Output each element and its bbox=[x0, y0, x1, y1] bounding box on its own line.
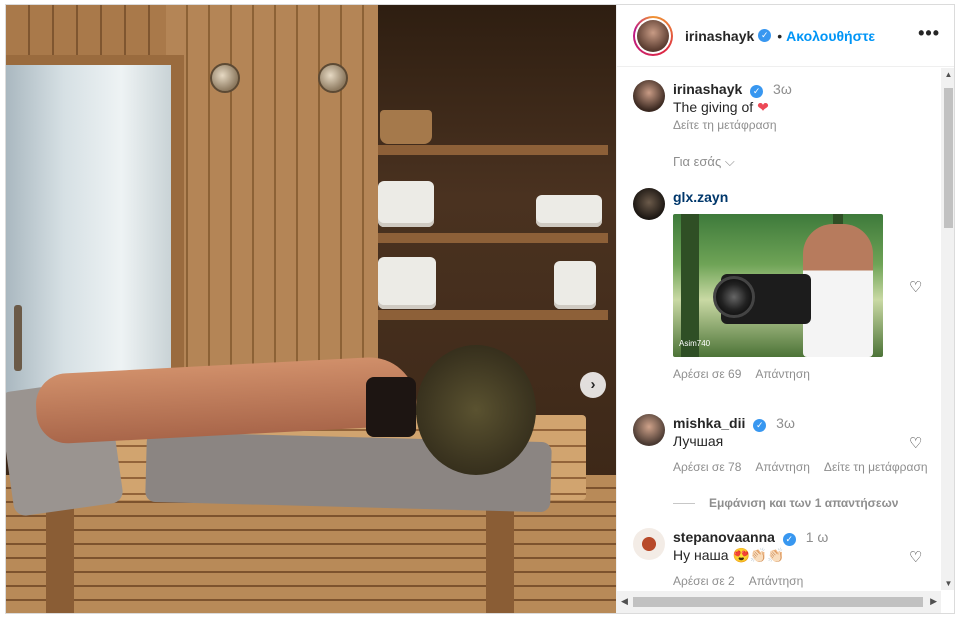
reply-button[interactable]: Απάντηση bbox=[749, 572, 804, 590]
post-header: irinashayk ✓ • Ακολουθήστε ••• bbox=[617, 5, 954, 67]
comment-time[interactable]: 3ω bbox=[776, 415, 795, 431]
caption-time[interactable]: 3ω bbox=[773, 81, 792, 97]
reply-button[interactable]: Απάντηση bbox=[755, 458, 810, 476]
story-ring[interactable] bbox=[633, 15, 673, 56]
comment-username[interactable]: mishka_dii bbox=[673, 415, 745, 431]
comment-text: Лучшая bbox=[673, 433, 724, 449]
vertical-scrollbar[interactable]: ▲ ▼ bbox=[941, 68, 954, 590]
vertical-scroll-thumb[interactable] bbox=[944, 88, 953, 228]
likes-count[interactable]: Αρέσει σε 78 bbox=[673, 458, 741, 476]
red-heart-icon: ❤ bbox=[757, 99, 769, 115]
see-translation-link[interactable]: Δείτε τη μετάφραση bbox=[824, 458, 928, 476]
comment-username[interactable]: stepanovaanna bbox=[673, 529, 775, 545]
see-translation-link[interactable]: Δείτε τη μετάφραση bbox=[673, 116, 933, 134]
horizontal-scrollbar[interactable]: ◀ ▶ bbox=[617, 591, 941, 613]
caption-username[interactable]: irinashayk bbox=[673, 81, 742, 97]
horizontal-scroll-thumb[interactable] bbox=[633, 597, 923, 607]
post-sidebar: irinashayk ✓ • Ακολουθήστε ••• irinashay… bbox=[616, 5, 954, 613]
comments-list: irinashayk ✓ 3ω The giving of ❤ Δείτε τη… bbox=[617, 68, 941, 590]
separator-dot: • bbox=[777, 27, 783, 44]
for-you-filter[interactable]: Για εσάς ⌵ bbox=[673, 154, 735, 170]
avatar[interactable] bbox=[633, 80, 665, 112]
comment-username[interactable]: glx.zayn bbox=[673, 188, 933, 206]
avatar[interactable] bbox=[633, 414, 665, 446]
scroll-left-icon[interactable]: ◀ bbox=[621, 596, 628, 607]
scroll-up-icon[interactable]: ▲ bbox=[941, 70, 954, 79]
verified-icon: ✓ bbox=[750, 85, 764, 98]
scroll-down-icon[interactable]: ▼ bbox=[941, 579, 954, 588]
post-modal: › irinashayk ✓ • Ακολουθήστε ••• irinash… bbox=[5, 4, 955, 614]
avatar bbox=[637, 19, 669, 52]
verified-icon: ✓ bbox=[758, 29, 772, 42]
post-photo: › bbox=[6, 5, 616, 613]
like-heart-icon[interactable]: ♡ bbox=[909, 436, 925, 452]
like-heart-icon[interactable]: ♡ bbox=[909, 280, 925, 296]
comment-time[interactable]: 1 ω bbox=[806, 529, 829, 545]
follow-button[interactable]: Ακολουθήστε bbox=[786, 28, 875, 44]
scroll-right-icon[interactable]: ▶ bbox=[930, 596, 937, 607]
like-heart-icon[interactable]: ♡ bbox=[909, 550, 925, 566]
header-username[interactable]: irinashayk bbox=[685, 28, 754, 44]
comment-text: Ну наша bbox=[673, 547, 729, 563]
verified-icon: ✓ bbox=[782, 533, 796, 546]
likes-count[interactable]: Αρέσει σε 2 bbox=[673, 572, 735, 590]
view-replies-button[interactable]: Εμφάνιση και των 1 απαντήσεων bbox=[673, 496, 898, 510]
sauna-door bbox=[6, 65, 171, 410]
verified-icon: ✓ bbox=[753, 419, 767, 432]
avatar[interactable] bbox=[633, 528, 665, 560]
gif-watermark: Asim740 bbox=[679, 339, 711, 348]
next-photo-button[interactable]: › bbox=[580, 372, 606, 398]
emoji-text: 😍👏🏻👏🏻 bbox=[732, 547, 785, 563]
caption-text: The giving of bbox=[673, 99, 754, 115]
avatar[interactable] bbox=[633, 188, 665, 220]
gif-image: Asim740 bbox=[673, 214, 883, 357]
likes-count[interactable]: Αρέσει σε 69 bbox=[673, 365, 741, 383]
more-options-icon[interactable]: ••• bbox=[918, 23, 940, 44]
reply-button[interactable]: Απάντηση bbox=[755, 365, 810, 383]
